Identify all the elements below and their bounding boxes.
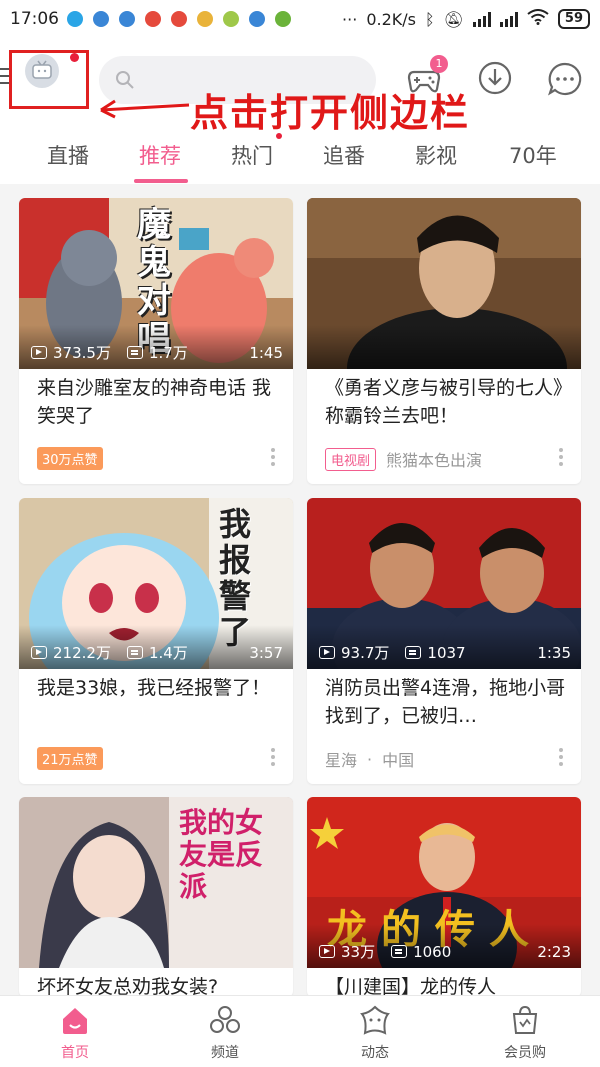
video-duration: 1:35 (537, 643, 571, 662)
network-speed: 0.2K/s (366, 9, 416, 29)
video-thumbnail[interactable]: 我报警了 212.2万 1.4万 3:57 (19, 498, 293, 669)
tab-live[interactable]: 直播 (47, 140, 89, 170)
video-card[interactable]: 《勇者义彦与被引导的七人》称霸铃兰去吧！ 电视剧 熊猫本色出演 (307, 198, 581, 484)
message-icon[interactable] (547, 61, 583, 97)
tab-hot[interactable]: 热门 (231, 140, 273, 170)
video-duration: 3:57 (249, 643, 283, 662)
video-card[interactable]: 93.7万 1037 1:35 消防员出警4连滑，拖地小哥找到了，已被归… 星海… (307, 498, 581, 784)
qq-icon (67, 11, 83, 27)
bottom-navigation: 首页 频道 动态 会员购 (0, 995, 600, 1067)
play-count-icon (31, 346, 47, 359)
play-count-icon (319, 646, 335, 659)
video-title[interactable]: 坏坏女友总劝我女装? (37, 973, 279, 997)
active-tab-indicator (134, 179, 188, 183)
likes-tag: 21万点赞 (37, 747, 103, 770)
tab-bar: 直播 推荐 热门 追番 影视 70年 (0, 136, 600, 184)
bluetooth-icon: ᛒ (424, 9, 435, 29)
signal-icon (499, 11, 518, 27)
danmaku-icon (405, 646, 422, 659)
tab-recommend[interactable]: 推荐 (139, 140, 181, 170)
nav-channel[interactable]: 频道 (175, 996, 275, 1067)
more-options-icon[interactable] (271, 448, 275, 469)
video-card[interactable]: 我的女友是反派 坏坏女友总劝我女装? (19, 797, 293, 997)
video-stats: 93.7万 1037 1:35 (319, 642, 571, 663)
dynamic-icon (360, 1005, 390, 1035)
video-title[interactable]: 我是33娘，我已经报警了！ (37, 674, 279, 730)
shop-icon (512, 1005, 538, 1034)
battery-icon: 59 (557, 9, 590, 29)
video-card[interactable]: 我报警了 212.2万 1.4万 3:57 我是33娘，我已经报警了！ 21万点… (19, 498, 293, 784)
app-icon (275, 11, 291, 27)
tab-bangumi[interactable]: 追番 (323, 140, 365, 170)
avatar-notification-dot (70, 53, 79, 62)
more-options-icon[interactable] (559, 748, 563, 769)
game-badge: 1 (430, 55, 448, 73)
author-location: 中国 (382, 751, 415, 770)
more-options-icon[interactable] (271, 748, 275, 769)
video-title[interactable]: 【川建国】龙的传人 (325, 973, 567, 997)
weibo-icon (171, 11, 187, 27)
video-thumbnail[interactable]: 龙的传人 33万 1060 2:23 (307, 797, 581, 968)
app-icon (197, 11, 213, 27)
status-time: 17:06 (10, 9, 59, 29)
video-stats: 33万 1060 2:23 (319, 941, 571, 962)
video-stats: 373.5万 1.7万 1:45 (31, 342, 283, 363)
tv-icon (32, 60, 52, 79)
category-tag: 电视剧 (325, 447, 377, 471)
author-name: 熊猫本色出演 (386, 451, 483, 470)
video-stats: 212.2万 1.4万 3:57 (31, 642, 283, 663)
video-thumbnail[interactable]: 93.7万 1037 1:35 (307, 498, 581, 669)
video-thumbnail[interactable]: 魔鬼对唱 373.5万 1.7万 1:45 (19, 198, 293, 369)
home-icon (63, 1008, 87, 1034)
signal-icon (472, 11, 491, 27)
play-count-icon (319, 945, 335, 958)
avatar[interactable] (25, 54, 59, 88)
nav-dynamic[interactable]: 动态 (325, 996, 425, 1067)
video-card[interactable]: 魔鬼对唱 373.5万 1.7万 1:45 来自沙雕室友的神奇电话 我笑哭了 3… (19, 198, 293, 484)
author-name: 星海 (325, 751, 358, 770)
app-icon (223, 11, 239, 27)
thumbnail-caption: 我的女友是反派 (179, 806, 264, 903)
play-count-icon (31, 646, 47, 659)
status-bar: 17:06 ··· 0.2K/s ᛒ 🔕︎ 59 (0, 0, 600, 38)
app-icon (249, 11, 265, 27)
weibo-icon (145, 11, 161, 27)
more-options-icon[interactable] (559, 448, 563, 469)
nav-home[interactable]: 首页 (25, 996, 125, 1067)
danmaku-icon (126, 346, 143, 359)
tab-movies[interactable]: 影视 (415, 140, 457, 170)
video-thumbnail[interactable] (307, 198, 581, 369)
channel-icon (210, 1006, 240, 1033)
danmaku-icon (391, 945, 408, 958)
danmaku-icon (126, 646, 143, 659)
wifi-icon (527, 9, 549, 29)
notification-icons (67, 11, 291, 27)
video-card[interactable]: 龙的传人 33万 1060 2:23 【川建国】龙的传人 (307, 797, 581, 997)
annotation-text: 点击打开侧边栏 (190, 90, 471, 135)
app-icon (119, 11, 135, 27)
video-duration: 1:45 (249, 343, 283, 362)
video-thumbnail[interactable]: 我的女友是反派 (19, 797, 293, 968)
top-header: 1 点击打开侧边栏 直播 推荐 热门 追番 影视 70年 (0, 38, 600, 184)
more-dots: ··· (342, 9, 358, 29)
likes-tag: 30万点赞 (37, 447, 103, 470)
mute-icon: 🔕︎ (443, 9, 464, 29)
video-title[interactable]: 《勇者义彦与被引导的七人》称霸铃兰去吧！ (325, 374, 567, 430)
video-title[interactable]: 来自沙雕室友的神奇电话 我笑哭了 (37, 374, 279, 430)
tab-70years[interactable]: 70年 (509, 140, 557, 170)
nav-shop[interactable]: 会员购 (475, 996, 575, 1067)
app-icon (93, 11, 109, 27)
video-duration: 2:23 (537, 942, 571, 961)
video-title[interactable]: 消防员出警4连滑，拖地小哥找到了，已被归… (325, 674, 567, 730)
